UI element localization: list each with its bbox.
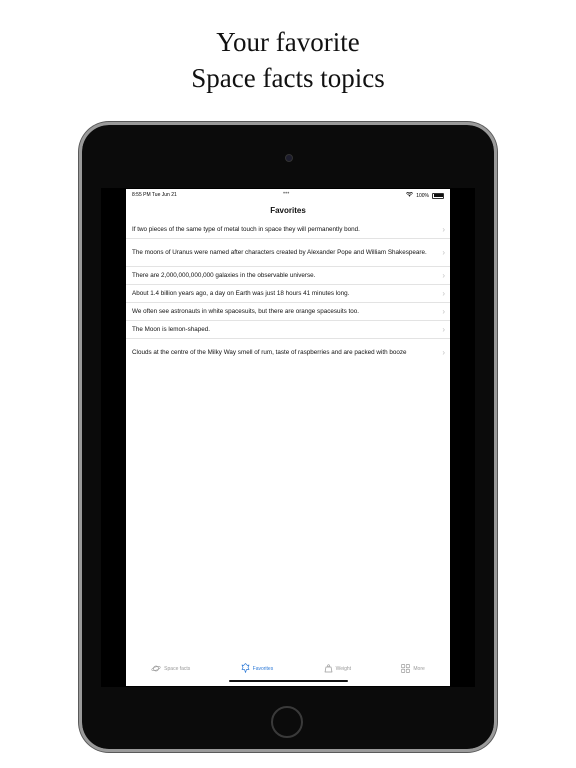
headline-line-1: Your favorite	[216, 27, 360, 57]
planet-icon	[151, 664, 161, 675]
list-item-text: The moons of Uranus were named after cha…	[132, 248, 427, 256]
tab-more[interactable]: More	[401, 663, 425, 675]
chevron-right-icon: ›	[442, 224, 445, 234]
page-title: Favorites	[270, 206, 306, 215]
list-item-text: Clouds at the centre of the Milky Way sm…	[132, 349, 407, 356]
camera-icon	[285, 154, 293, 162]
list-item[interactable]: If two pieces of the same type of metal …	[126, 221, 450, 239]
list-item[interactable]: The Moon is lemon-shaped. ›	[126, 321, 450, 339]
favorites-list: If two pieces of the same type of metal …	[126, 221, 450, 367]
battery-percent: 100%	[416, 192, 429, 199]
tab-label: Space facts	[164, 666, 191, 672]
favorites-icon	[241, 663, 250, 675]
tab-space-facts[interactable]: Space facts	[151, 664, 190, 675]
list-item-text: The Moon is lemon-shaped.	[132, 325, 211, 333]
headline-line-2: Space facts topics	[191, 63, 385, 93]
status-bar: 8:55 PM Tue Jun 21 ••• 100%	[126, 189, 450, 201]
tab-label: More	[413, 666, 425, 672]
chevron-right-icon: ›	[442, 348, 445, 357]
list-item-text: About 1.4 billion years ago, a day on Ea…	[132, 289, 350, 297]
chevron-right-icon: ›	[442, 288, 445, 298]
chevron-right-icon: ›	[442, 247, 445, 257]
home-button	[271, 706, 303, 738]
list-item[interactable]: There are 2,000,000,000,000 galaxies in …	[126, 267, 450, 285]
chevron-right-icon: ›	[442, 270, 445, 280]
status-right: 100%	[406, 191, 444, 199]
app-screen: 8:55 PM Tue Jun 21 ••• 100% Favorites If…	[126, 189, 450, 686]
tab-bar: Space facts Favorites Weight More	[126, 657, 450, 681]
chevron-right-icon: ›	[442, 306, 445, 316]
chevron-right-icon: ›	[442, 324, 445, 334]
battery-icon	[432, 192, 444, 199]
promo-headline: Your favorite Space facts topics	[0, 24, 576, 96]
tab-weight[interactable]: Weight	[324, 663, 352, 675]
list-item-text: There are 2,000,000,000,000 galaxies in …	[132, 271, 316, 279]
weight-icon	[324, 663, 333, 675]
home-indicator[interactable]	[229, 680, 348, 682]
list-item[interactable]: The moons of Uranus were named after cha…	[126, 239, 450, 267]
tab-favorites[interactable]: Favorites	[241, 663, 274, 675]
tab-label: Weight	[335, 666, 352, 672]
grid-icon	[401, 663, 411, 675]
list-item-text: If two pieces of the same type of metal …	[132, 225, 360, 233]
tab-label: Favorites	[252, 666, 274, 672]
list-item[interactable]: We often see astronauts in white spacesu…	[126, 303, 450, 321]
multitasking-dots-icon[interactable]: •••	[283, 191, 289, 197]
list-item[interactable]: About 1.4 billion years ago, a day on Ea…	[126, 285, 450, 303]
list-item[interactable]: Clouds at the centre of the Milky Way sm…	[126, 339, 450, 367]
status-time: 8:55 PM Tue Jun 21	[132, 192, 177, 198]
wifi-icon	[406, 191, 414, 199]
list-item-text: We often see astronauts in white spacesu…	[132, 307, 360, 315]
